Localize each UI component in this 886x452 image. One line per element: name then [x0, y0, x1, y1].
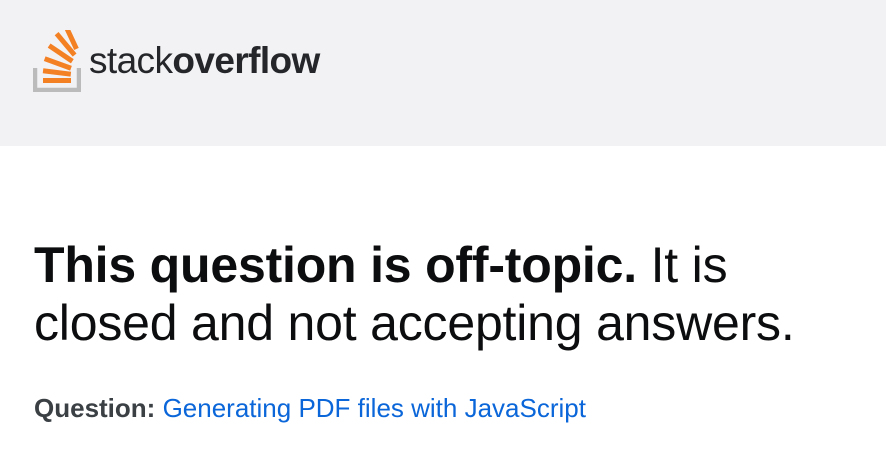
closed-reason: This question is off-topic. [34, 237, 637, 293]
question-reference: Question: Generating PDF files with Java… [34, 392, 586, 424]
site-wordmark: stackoverflow [89, 42, 320, 79]
site-header: stackoverflow [0, 0, 886, 146]
question-label: Question: [34, 393, 156, 423]
wordmark-light: stack [89, 40, 173, 81]
closed-notice: This question is off-topic. It is closed… [34, 236, 874, 352]
wordmark-bold: overflow [172, 40, 320, 81]
site-logo-link[interactable]: stackoverflow [33, 30, 320, 92]
closed-headline: This question is off-topic. It is closed… [34, 236, 874, 352]
question-title-link[interactable]: Generating PDF files with JavaScript [163, 393, 586, 423]
stack-overflow-logo-icon [33, 30, 81, 92]
